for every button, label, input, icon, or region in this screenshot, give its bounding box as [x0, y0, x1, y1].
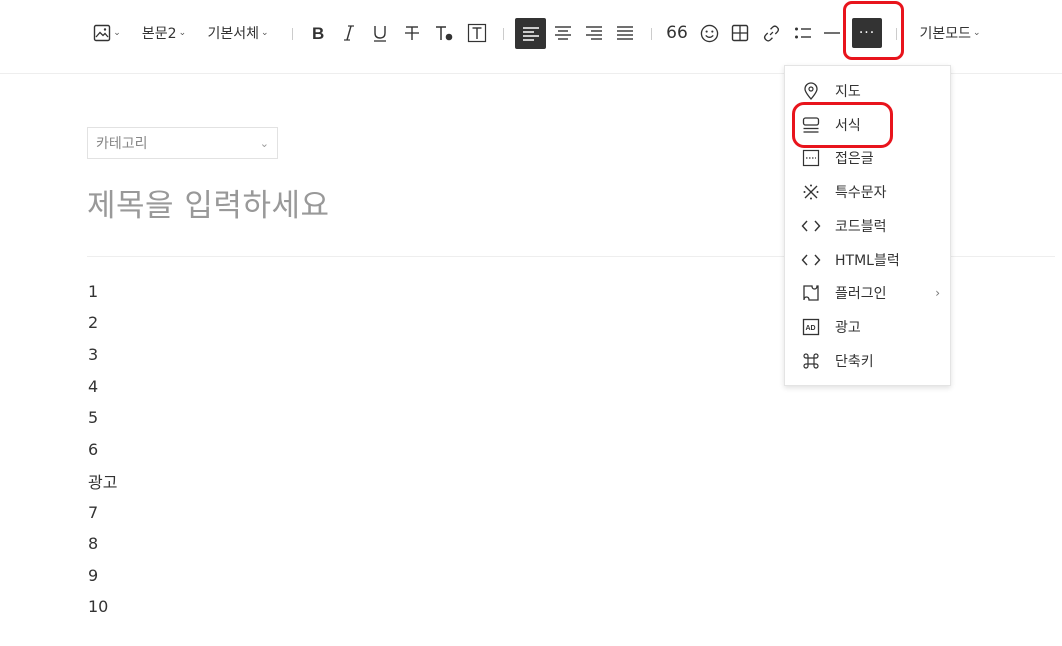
- menu-item-label: 플러그인: [835, 286, 887, 302]
- align-justify-icon: [617, 26, 633, 40]
- menu-item-map[interactable]: 지도: [785, 76, 950, 106]
- quote-button[interactable]: 66: [665, 20, 689, 46]
- table-icon: [731, 24, 749, 42]
- align-center-button[interactable]: [551, 20, 575, 46]
- text-color-button[interactable]: [432, 20, 456, 46]
- image-icon: [94, 24, 111, 42]
- strikethrough-icon: [405, 26, 419, 40]
- chevron-down-icon: ⌄: [972, 28, 981, 38]
- smiley-icon: [700, 24, 718, 42]
- menu-item-label: 광고: [835, 320, 861, 336]
- menu-item-label: HTML블럭: [835, 253, 900, 269]
- chevron-down-icon: ⌄: [113, 28, 121, 38]
- menu-item-shortcuts[interactable]: 단축키: [785, 346, 950, 376]
- bullet-list-button[interactable]: [792, 20, 814, 46]
- chevron-right-icon: ›: [935, 286, 940, 300]
- editor-mode-label: 기본모드: [919, 26, 971, 42]
- paragraph-style-dropdown[interactable]: 본문2 ⌄: [138, 20, 190, 46]
- editor-toolbar: ⌄ 본문2 ⌄ 기본서체 ⌄ B 66 ··· 기본모드 ⌄: [0, 0, 1062, 74]
- paragraph-line: 9: [88, 566, 99, 585]
- quote-icon: 66: [666, 23, 688, 43]
- template-icon: [801, 115, 821, 135]
- font-family-dropdown[interactable]: 기본서체 ⌄: [202, 20, 274, 46]
- editor-mode-dropdown[interactable]: 기본모드 ⌄: [914, 20, 986, 46]
- special-char-icon: [801, 182, 821, 202]
- menu-item-template[interactable]: 서식: [785, 110, 950, 140]
- paragraph-line: 1: [88, 282, 99, 301]
- bold-icon: B: [312, 24, 324, 42]
- menu-item-fold[interactable]: 접은글: [785, 143, 950, 173]
- menu-item-plugin[interactable]: 플러그인 ›: [785, 278, 950, 308]
- toolbar-divider: [896, 28, 897, 40]
- align-right-button[interactable]: [582, 20, 606, 46]
- ellipsis-icon: ···: [858, 25, 876, 41]
- text-color-icon: [436, 26, 453, 41]
- chevron-down-icon: ⌄: [178, 28, 187, 38]
- align-left-button[interactable]: [515, 18, 546, 49]
- menu-item-special-characters[interactable]: 특수문자: [785, 177, 950, 207]
- underline-icon: [374, 26, 386, 42]
- title-input[interactable]: 제목을 입력하세요: [87, 180, 330, 225]
- plugin-icon: [801, 283, 821, 303]
- text-background-button[interactable]: [465, 20, 489, 46]
- html-icon: [801, 250, 821, 270]
- italic-button[interactable]: [338, 20, 360, 46]
- more-options-menu: 지도 서식 접은글 특수문자 코드블럭 HTML블럭 플러그인 › AD 광고 …: [784, 65, 951, 386]
- toolbar-divider: [651, 28, 652, 40]
- svg-text:B: B: [312, 24, 324, 42]
- toolbar-divider: [292, 28, 293, 40]
- menu-item-html-block[interactable]: HTML블럭: [785, 245, 950, 275]
- code-icon: [801, 216, 821, 236]
- menu-item-ad[interactable]: AD 광고: [785, 312, 950, 342]
- svg-text:AD: AD: [806, 325, 816, 332]
- more-options-button[interactable]: ···: [852, 18, 882, 48]
- menu-item-label: 특수문자: [835, 185, 887, 201]
- align-right-icon: [586, 26, 602, 40]
- menu-item-label: 코드블럭: [835, 219, 887, 235]
- paragraph-line: 8: [88, 534, 99, 553]
- underline-button[interactable]: [369, 20, 391, 46]
- fold-icon: [801, 148, 821, 168]
- font-family-label: 기본서체: [207, 26, 259, 42]
- menu-item-label: 단축키: [835, 354, 874, 370]
- text-background-icon: [467, 23, 487, 43]
- paragraph-line: 5: [88, 408, 99, 427]
- bold-button[interactable]: B: [307, 20, 329, 46]
- chevron-down-icon: ⌄: [260, 28, 269, 38]
- italic-icon: [344, 25, 354, 41]
- menu-item-label: 지도: [835, 84, 861, 100]
- menu-item-label: 접은글: [835, 151, 874, 167]
- align-center-icon: [555, 26, 571, 40]
- link-icon: [763, 24, 779, 42]
- paragraph-style-label: 본문2: [141, 26, 177, 42]
- horizontal-rule-icon: [824, 32, 840, 34]
- insert-image-button[interactable]: ⌄: [92, 20, 122, 46]
- toolbar-divider: [503, 28, 504, 40]
- category-placeholder: 카테고리: [96, 136, 148, 152]
- menu-item-code-block[interactable]: 코드블럭: [785, 211, 950, 241]
- ad-icon: AD: [801, 317, 821, 337]
- paragraph-line: 2: [88, 313, 99, 332]
- paragraph-line: 6: [88, 440, 99, 459]
- strikethrough-button[interactable]: [401, 20, 423, 46]
- map-pin-icon: [801, 81, 821, 101]
- bullet-list-icon: [795, 27, 811, 39]
- category-select[interactable]: 카테고리 ⌄: [87, 127, 278, 159]
- align-left-icon: [522, 26, 539, 41]
- command-icon: [801, 351, 821, 371]
- menu-item-label: 서식: [835, 118, 861, 134]
- table-button[interactable]: [729, 20, 751, 46]
- link-button[interactable]: [760, 20, 782, 46]
- paragraph-line: 10: [88, 597, 109, 616]
- chevron-down-icon: ⌄: [259, 136, 269, 150]
- paragraph-line: 7: [88, 503, 99, 522]
- horizontal-rule-button[interactable]: [823, 20, 841, 46]
- paragraph-line: 광고: [88, 473, 118, 492]
- align-justify-button[interactable]: [613, 20, 637, 46]
- paragraph-line: 4: [88, 377, 99, 396]
- paragraph-line: 3: [88, 345, 99, 364]
- emoticon-button[interactable]: [698, 20, 720, 46]
